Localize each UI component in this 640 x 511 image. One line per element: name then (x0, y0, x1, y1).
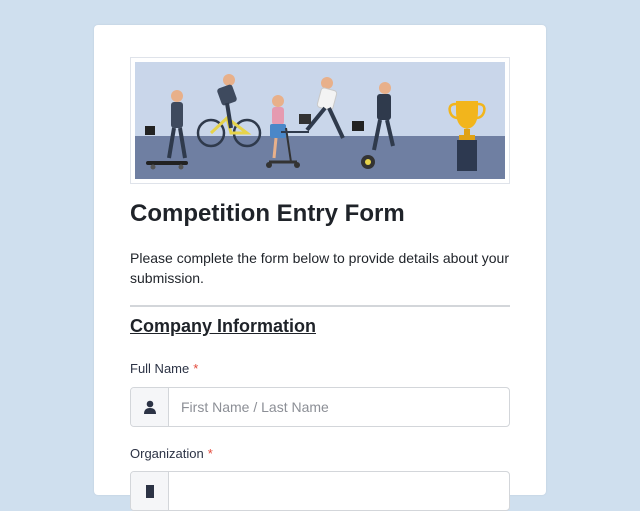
section-divider (130, 305, 510, 307)
building-icon (131, 472, 169, 510)
organization-field (130, 471, 510, 511)
organization-label-text: Organization (130, 446, 204, 461)
full-name-label-text: Full Name (130, 361, 190, 376)
full-name-input[interactable] (169, 388, 509, 426)
banner-image (130, 57, 510, 184)
form-description: Please complete the form below to provid… (130, 250, 509, 286)
required-marker: * (193, 361, 199, 376)
full-name-label: Full Name * (130, 361, 198, 376)
section-title: Company Information (130, 316, 317, 336)
full-name-field (130, 387, 510, 427)
required-marker: * (207, 446, 213, 461)
organization-input[interactable] (169, 472, 509, 510)
organization-label: Organization * (130, 446, 213, 461)
form-title: Competition Entry Form (130, 200, 405, 227)
form-card: Competition Entry Form Please complete t… (94, 25, 546, 511)
user-icon (131, 388, 169, 426)
